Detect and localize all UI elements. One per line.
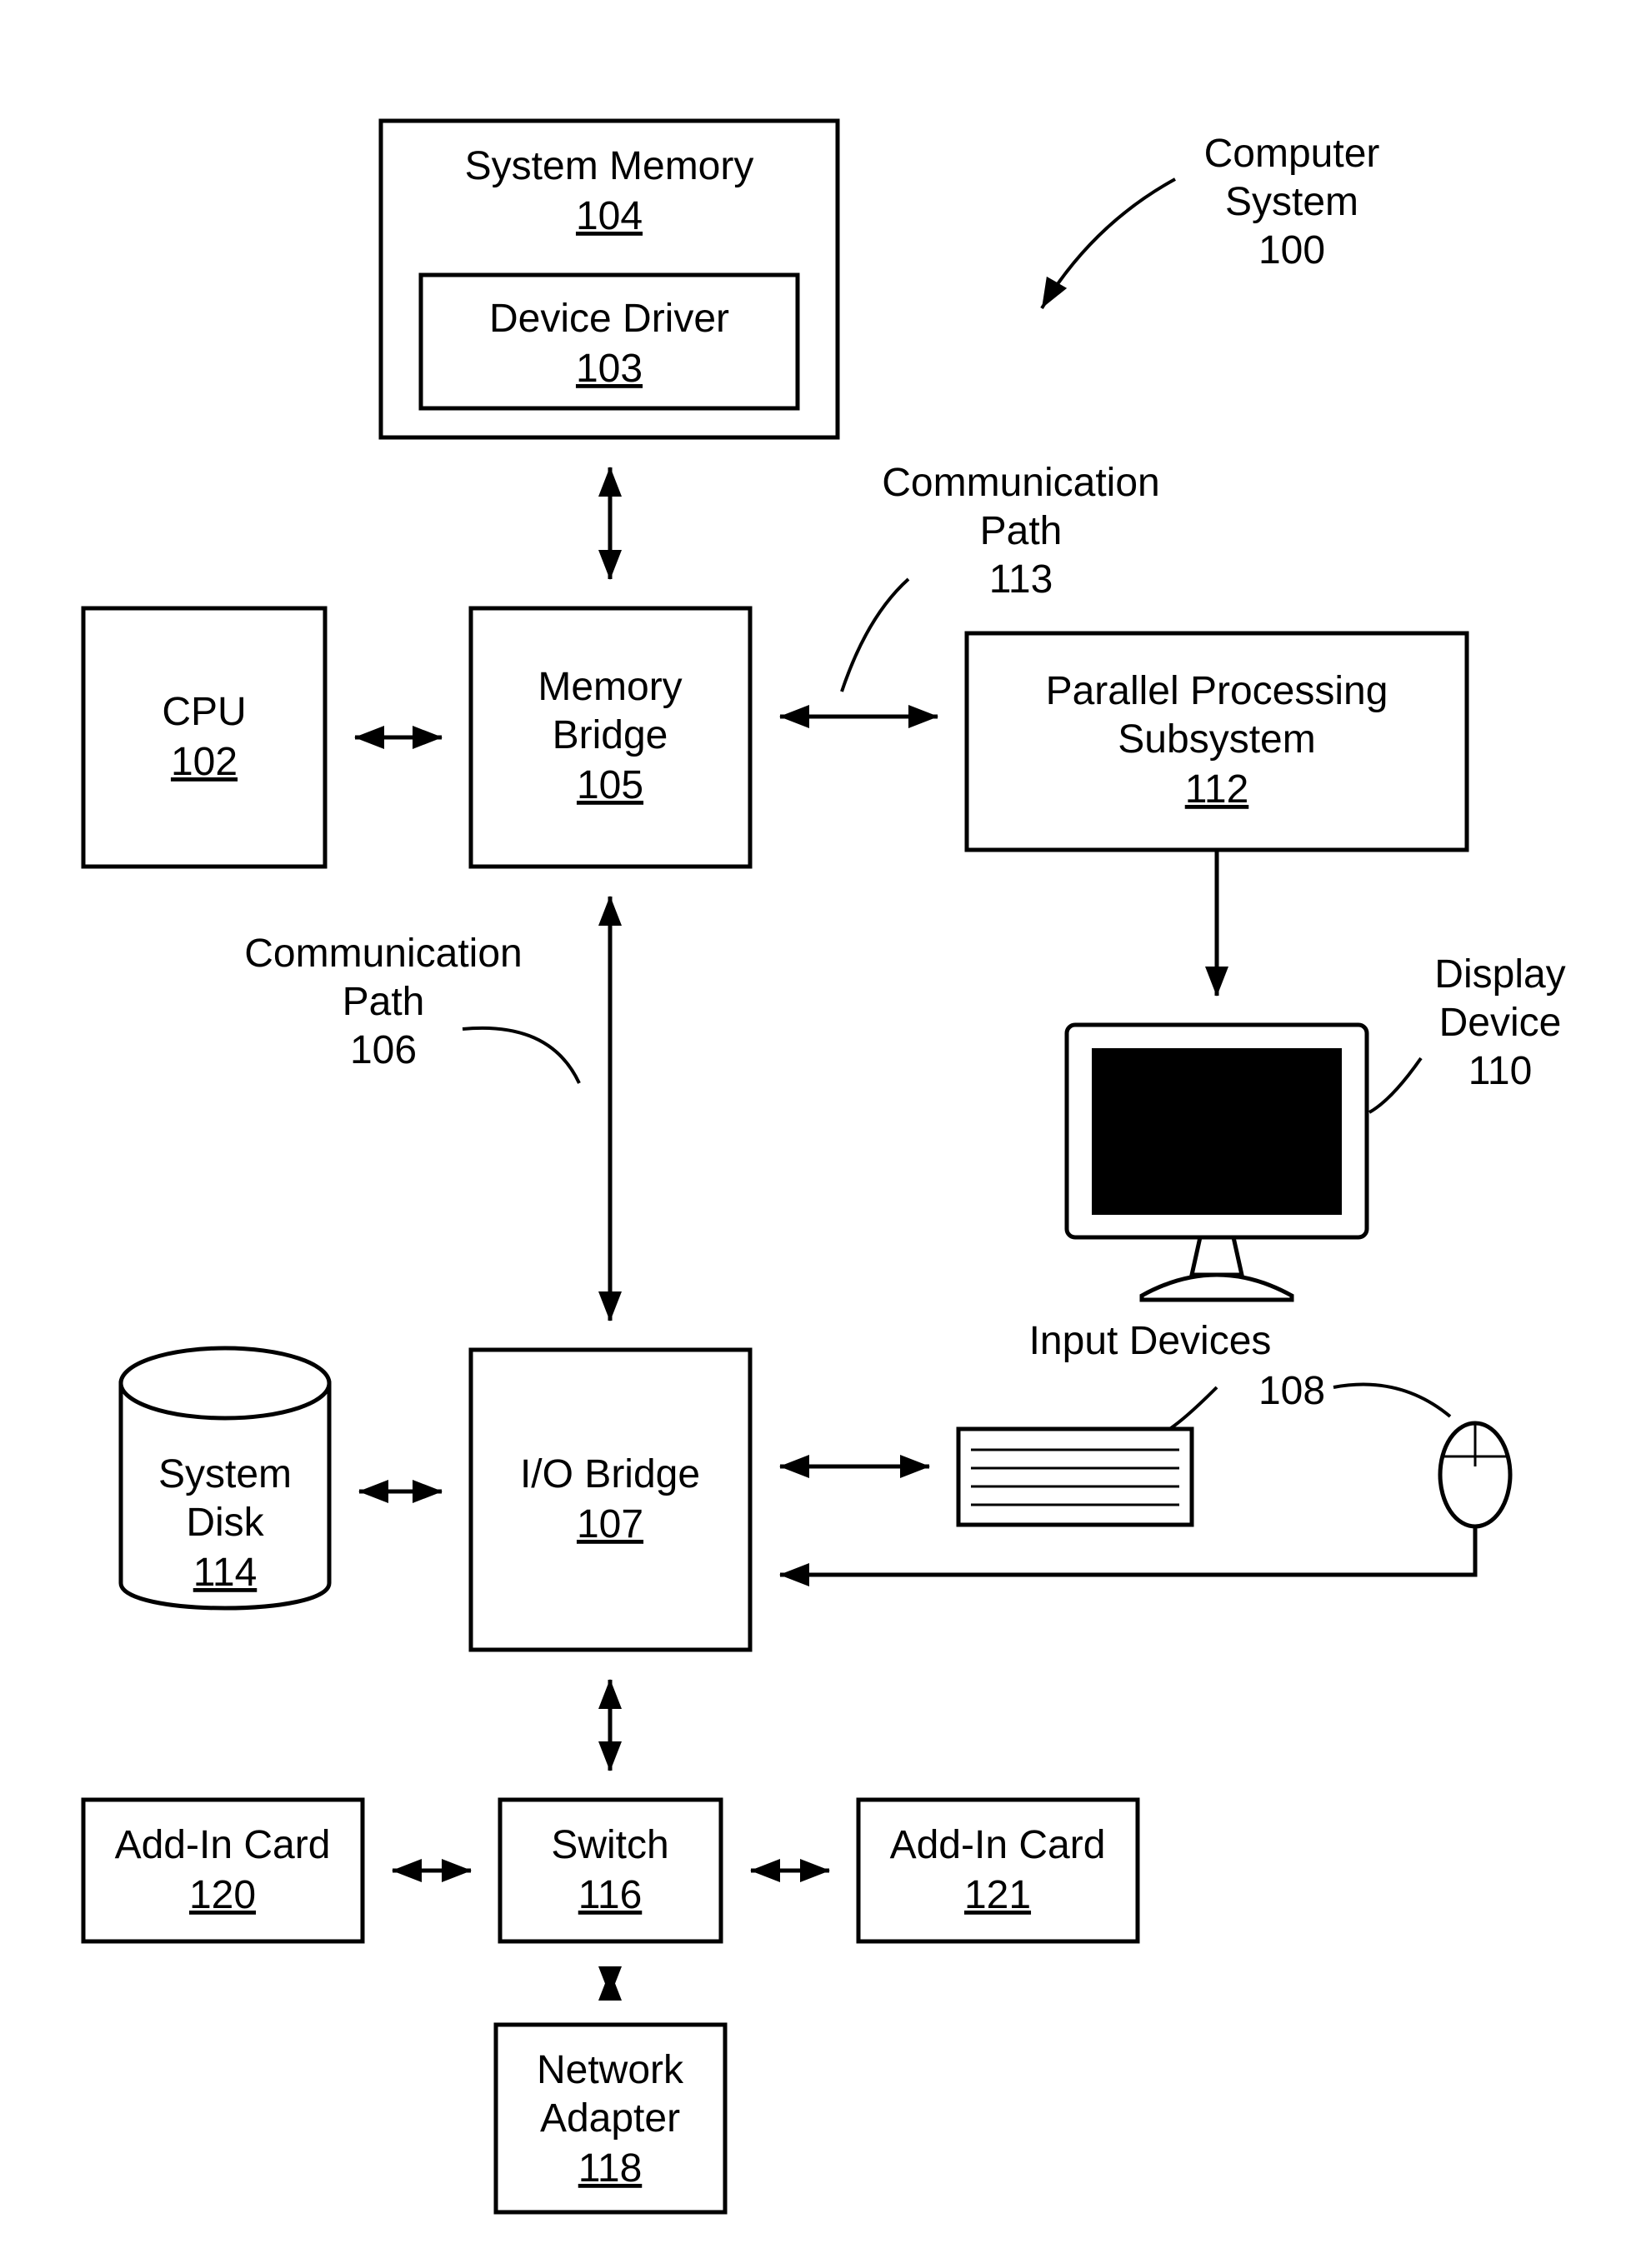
title-ref: 100 — [1258, 228, 1325, 272]
keyboard-icon — [958, 1429, 1192, 1525]
display-device-label: Display Device 110 — [1369, 952, 1566, 1112]
title-label: Computer System 100 — [1032, 132, 1380, 314]
switch-block: Switch 116 — [500, 1800, 721, 1941]
conn-pps-display — [1205, 850, 1228, 997]
conn-sysdisk-iobridge — [358, 1480, 443, 1503]
conn-iobridge-keyboard — [779, 1455, 930, 1478]
comm113-line1: Communication — [882, 461, 1159, 505]
system-disk-line1: System — [158, 1452, 292, 1496]
addin-left-ref: 120 — [189, 1873, 256, 1917]
conn-sysmem-membridge — [598, 467, 622, 580]
cpu-label: CPU — [162, 690, 246, 734]
conn-mouse-iobridge — [779, 1526, 1475, 1586]
net-ref: 118 — [578, 2146, 643, 2191]
device-driver-block: Device Driver 103 — [421, 275, 798, 408]
comm113-line2: Path — [980, 509, 1063, 553]
addin-card-right-block: Add-In Card 121 — [858, 1800, 1138, 1941]
system-disk-line2: Disk — [186, 1501, 264, 1545]
mouse-icon — [1440, 1423, 1510, 1526]
comm113-ref: 113 — [989, 557, 1053, 602]
conn-membridge-iobridge — [598, 896, 622, 1321]
pps-ref: 112 — [1185, 767, 1249, 812]
system-disk-ref: 114 — [193, 1551, 258, 1595]
device-driver-ref: 103 — [576, 347, 643, 391]
memory-bridge-line1: Memory — [538, 665, 682, 709]
title-line1: Computer — [1204, 132, 1380, 176]
conn-switch-addinright — [750, 1859, 830, 1882]
system-disk-block: System Disk 114 — [121, 1348, 329, 1608]
net-line2: Adapter — [540, 2096, 680, 2141]
display-device-icon — [1067, 1025, 1367, 1300]
addin-right-ref: 121 — [964, 1873, 1031, 1917]
addin-card-left-block: Add-In Card 120 — [83, 1800, 363, 1941]
switch-ref: 116 — [578, 1873, 643, 1917]
io-bridge-block: I/O Bridge 107 — [471, 1350, 750, 1650]
conn-addinleft-switch — [392, 1859, 472, 1882]
pps-line1: Parallel Processing — [1046, 669, 1388, 713]
display-line2: Device — [1439, 1001, 1562, 1045]
system-memory-ref: 104 — [576, 194, 643, 238]
addin-left-label: Add-In Card — [115, 1823, 331, 1867]
display-ref: 110 — [1468, 1049, 1533, 1093]
memory-bridge-line2: Bridge — [553, 713, 668, 757]
input-devices-label: Input Devices 108 — [1029, 1319, 1450, 1433]
comm-path-106-label: Communication Path 106 — [244, 932, 579, 1083]
network-adapter-block: Network Adapter 118 — [496, 2025, 725, 2212]
system-memory-label: System Memory — [465, 144, 754, 188]
pps-block: Parallel Processing Subsystem 112 — [967, 633, 1467, 850]
diagram-canvas: Computer System 100 System Memory 104 De… — [0, 0, 1641, 2268]
comm106-line1: Communication — [244, 932, 522, 976]
addin-right-label: Add-In Card — [890, 1823, 1106, 1867]
comm106-line2: Path — [343, 980, 425, 1024]
input-devices-text: Input Devices — [1029, 1319, 1272, 1363]
device-driver-label: Device Driver — [489, 297, 729, 341]
pps-line2: Subsystem — [1118, 717, 1315, 762]
title-line2: System — [1225, 180, 1358, 224]
conn-cpu-membridge — [354, 726, 443, 749]
memory-bridge-ref: 105 — [577, 763, 643, 807]
conn-iobridge-switch — [598, 1679, 622, 1771]
comm106-ref: 106 — [350, 1028, 417, 1072]
conn-switch-netadapter — [598, 1966, 622, 2001]
switch-label: Switch — [551, 1823, 668, 1867]
cpu-block: CPU 102 — [83, 608, 325, 867]
input-devices-ref: 108 — [1258, 1369, 1325, 1413]
system-memory-block: System Memory 104 Device Driver 103 — [381, 121, 838, 437]
io-bridge-ref: 107 — [577, 1502, 643, 1546]
display-line1: Display — [1434, 952, 1565, 997]
conn-membridge-pps — [779, 705, 938, 728]
cpu-ref: 102 — [171, 740, 238, 784]
io-bridge-label: I/O Bridge — [520, 1452, 700, 1496]
net-line1: Network — [537, 2048, 684, 2092]
memory-bridge-block: Memory Bridge 105 — [471, 608, 750, 867]
